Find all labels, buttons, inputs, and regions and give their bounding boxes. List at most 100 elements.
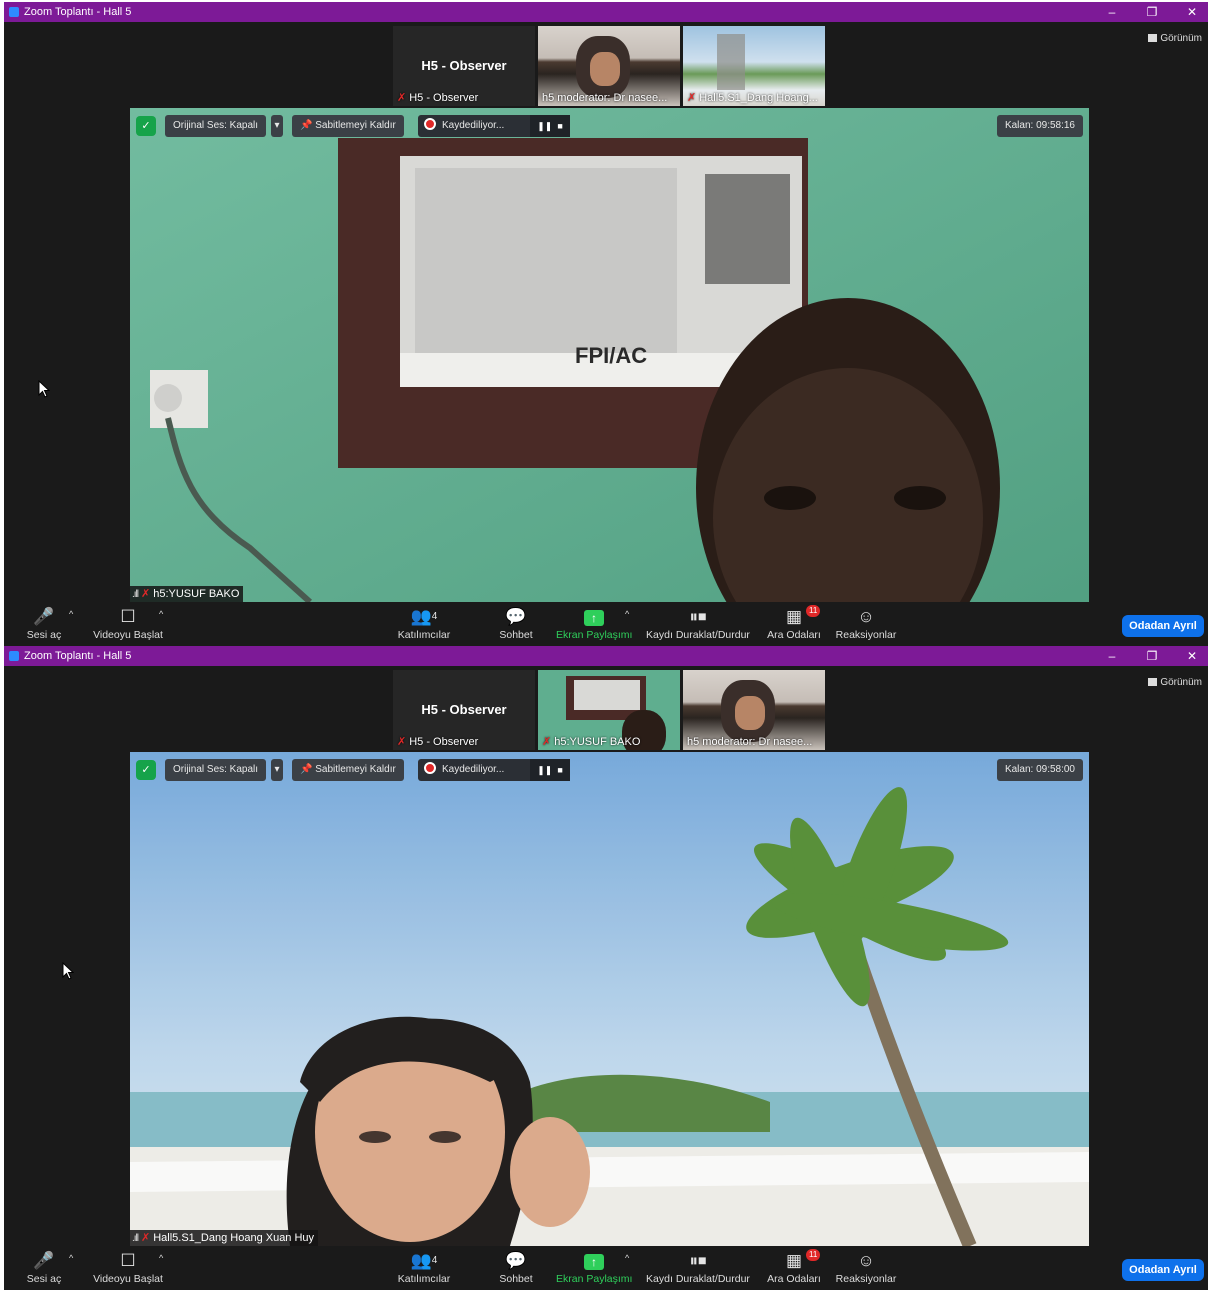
pause-stop-recording-label: Kaydı Duraklat/Durdur <box>646 629 750 641</box>
participant-tile[interactable]: ✗ Hall5.S1_Dang Hoang... <box>683 26 825 106</box>
participant-tile[interactable]: h5 moderator: Dr nasee... <box>683 670 825 750</box>
tile-title: H5 - Observer <box>421 58 507 73</box>
video-options-caret-icon[interactable]: ^ <box>159 1253 163 1263</box>
start-video-button[interactable]: ☐ Videoyu Başlat <box>88 606 168 642</box>
mic-muted-icon: ✗ <box>141 588 151 600</box>
view-button[interactable]: Görünüm <box>1148 33 1202 44</box>
reactions-button[interactable]: ☺ Reaksiyonlar <box>834 1250 898 1286</box>
participant-bg-ac-front <box>574 680 640 710</box>
chat-icon: 💬 <box>505 1251 527 1270</box>
reactions-button[interactable]: ☺ Reaksiyonlar <box>834 606 898 642</box>
participants-icon: 👥 <box>410 1251 432 1270</box>
video-feed: FPI/AC <box>130 108 1089 602</box>
audio-options-caret-icon[interactable]: ^ <box>69 609 73 619</box>
participants-icon-row: 👥4 <box>392 1250 456 1272</box>
mic-muted-icon: 🎤 <box>33 607 55 626</box>
participant-tile[interactable]: H5 - Observer ✗ H5 - Observer <box>393 670 535 750</box>
reactions-label: Reaksiyonlar <box>835 629 897 641</box>
participant-tile[interactable]: H5 - Observer ✗ H5 - Observer <box>393 26 535 106</box>
remaining-time: Kalan: 09:58:00 <box>996 759 1083 781</box>
start-video-label: Videoyu Başlat <box>93 1273 163 1285</box>
pause-stop-recording-button[interactable]: ⏸⏹ Kaydı Duraklat/Durdur <box>642 606 754 642</box>
participants-button[interactable]: 👥4 Katılımcılar <box>392 1250 456 1286</box>
minimize-icon[interactable]: – <box>1092 646 1132 666</box>
mic-muted-icon: ✗ <box>687 92 697 104</box>
restore-icon[interactable]: ❐ <box>1132 646 1172 666</box>
view-button[interactable]: Görünüm <box>1148 677 1202 688</box>
view-grid-icon <box>1148 34 1158 42</box>
tile-name-row: h5 moderator: Dr nasee... <box>687 736 812 748</box>
stop-icon[interactable]: ■ <box>557 765 562 775</box>
zoom-app-icon <box>9 7 19 17</box>
stop-icon[interactable]: ■ <box>557 121 562 131</box>
unmute-label: Sesi aç <box>26 629 62 641</box>
participant-tile[interactable]: ✗ h5:YUSUF BAKO <box>538 670 680 750</box>
breakout-count-badge: 11 <box>806 1249 821 1261</box>
audio-dropdown-icon[interactable]: ▾ <box>271 115 283 137</box>
minimize-icon[interactable]: – <box>1092 2 1132 22</box>
meeting-toolbar: 🎤 Sesi aç ^ ☐ Videoyu Başlat ^ 👥4 Katılımcı… <box>4 602 1208 646</box>
close-icon[interactable]: ✕ <box>1172 646 1208 666</box>
mic-muted-icon: ✗ <box>542 736 552 748</box>
share-screen-icon: ↑ <box>584 610 604 626</box>
participant-tile[interactable]: h5 moderator: Dr nasee... <box>538 26 680 106</box>
pause-icon[interactable]: ❚❚ <box>537 765 552 775</box>
close-icon[interactable]: ✕ <box>1172 2 1208 22</box>
participants-label: Katılımcılar <box>397 629 451 641</box>
video-options-caret-icon[interactable]: ^ <box>159 609 163 619</box>
video-feed <box>130 752 1089 1246</box>
security-shield-icon[interactable]: ✓ <box>136 760 156 780</box>
start-video-button[interactable]: ☐ Videoyu Başlat <box>88 1250 168 1286</box>
leave-room-button[interactable]: Odadan Ayrıl <box>1122 615 1204 637</box>
security-shield-icon[interactable]: ✓ <box>136 116 156 136</box>
breakout-count-badge: 11 <box>806 605 821 617</box>
signal-icon: .ıll <box>132 1233 139 1244</box>
participant-face-skin <box>590 52 620 86</box>
recording-label: Kaydediliyor... <box>442 764 505 775</box>
share-options-caret-icon[interactable]: ^ <box>625 1253 629 1263</box>
speaker-name-label: .ıll ✗ h5:YUSUF BAKO <box>130 586 244 602</box>
participant-strip: H5 - Observer ✗ H5 - Observer h5 moderato… <box>393 26 827 108</box>
main-video: ✓ Orijinal Ses: Kapalı ▾ 📌 Sabitlemeyi K… <box>130 752 1089 1246</box>
tile-name-row: ✗ H5 - Observer <box>397 735 478 748</box>
audio-dropdown-icon[interactable]: ▾ <box>271 759 283 781</box>
share-screen-button[interactable]: ↑ Ekran Paylaşımı <box>556 606 632 642</box>
original-audio-button[interactable]: Orijinal Ses: Kapalı <box>165 115 267 137</box>
share-screen-icon: ↑ <box>584 1254 604 1270</box>
svg-text:FPI/AC: FPI/AC <box>575 343 647 368</box>
unmute-button[interactable]: 🎤 Sesi aç <box>20 1250 68 1286</box>
pause-icon[interactable]: ❚❚ <box>537 121 552 131</box>
chat-button[interactable]: 💬 Sohbet <box>492 1250 540 1286</box>
unpin-button[interactable]: 📌 Sabitlemeyi Kaldır <box>292 115 404 137</box>
participant-face <box>717 34 745 90</box>
share-options-caret-icon[interactable]: ^ <box>625 609 629 619</box>
original-audio-button[interactable]: Orijinal Ses: Kapalı <box>165 759 267 781</box>
audio-options-caret-icon[interactable]: ^ <box>69 1253 73 1263</box>
reactions-label: Reaksiyonlar <box>835 1273 897 1285</box>
mic-muted-icon: 🎤 <box>33 1251 55 1270</box>
participants-count: 4 <box>431 1255 438 1266</box>
tile-title: H5 - Observer <box>421 702 507 717</box>
unpin-label: Sabitlemeyi Kaldır <box>315 764 396 775</box>
remaining-time: Kalan: 09:58:16 <box>996 115 1083 137</box>
title-bar: Zoom Toplantı - Hall 5 – ❐ ✕ <box>4 646 1208 666</box>
unmute-button[interactable]: 🎤 Sesi aç <box>20 606 68 642</box>
window-title: Zoom Toplantı - Hall 5 <box>24 6 132 18</box>
unpin-button[interactable]: 📌 Sabitlemeyi Kaldır <box>292 759 404 781</box>
view-label: Görünüm <box>1160 677 1202 688</box>
recording-controls: ❚❚ ■ <box>530 115 570 137</box>
breakout-rooms-label: Ara Odaları <box>767 1273 821 1285</box>
restore-icon[interactable]: ❐ <box>1132 2 1172 22</box>
chat-button[interactable]: 💬 Sohbet <box>492 606 540 642</box>
participants-button[interactable]: 👥4 Katılımcılar <box>392 606 456 642</box>
leave-room-button[interactable]: Odadan Ayrıl <box>1122 1259 1204 1281</box>
pause-stop-recording-button[interactable]: ⏸⏹ Kaydı Duraklat/Durdur <box>642 1250 754 1286</box>
tile-name: h5 moderator: Dr nasee... <box>687 736 813 748</box>
participants-icon: 👥 <box>410 607 432 626</box>
participants-count: 4 <box>431 611 438 622</box>
tile-name: h5 moderator: Dr nasee... <box>542 92 668 104</box>
zoom-window-1: Zoom Toplantı - Hall 5 – ❐ ✕ Görünüm H5 … <box>4 2 1208 646</box>
share-screen-button[interactable]: ↑ Ekran Paylaşımı <box>556 1250 632 1286</box>
tile-name: H5 - Observer <box>409 92 479 104</box>
pause-stop-icon: ⏸⏹ <box>689 607 707 626</box>
